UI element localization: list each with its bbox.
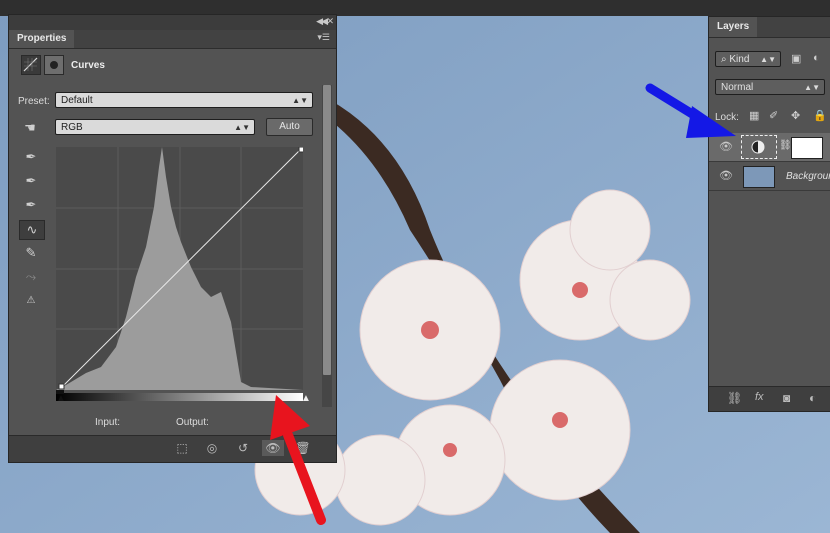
close-icon[interactable]: ✕ — [326, 16, 334, 27]
curve-point-black — [58, 383, 65, 390]
auto-button[interactable]: Auto — [266, 118, 313, 136]
layers-bottom-bar: ⛓ fx ◙ ◐ — [709, 386, 830, 411]
updown-icon: ▲▼ — [234, 123, 250, 132]
view-previous-icon[interactable]: ◎ — [202, 440, 222, 456]
clip-to-layer-icon[interactable]: ⬚ — [172, 440, 192, 456]
layers-tab-bar: Layers — [709, 17, 830, 38]
tab-layers[interactable]: Layers — [709, 17, 758, 37]
link-icon[interactable]: ⛓ — [779, 140, 792, 151]
black-point-triangle[interactable]: ▲ — [56, 393, 66, 404]
properties-tab-bar: Properties ▾☰ — [9, 30, 336, 49]
eyedropper-gray-icon[interactable]: ✒ — [21, 172, 41, 190]
filter-kind-select[interactable]: ⌕ Kind ▲▼ — [715, 51, 781, 67]
fx-icon[interactable]: fx — [755, 391, 764, 403]
layer-row-background[interactable]: 👁 Background — [709, 162, 830, 191]
hand-target-icon[interactable]: ☚ — [20, 119, 40, 137]
updown-icon: ▲▼ — [292, 96, 308, 105]
eyedropper-white-icon[interactable]: ✒ — [21, 196, 41, 214]
image-filter-icon[interactable]: ▣ — [791, 52, 807, 66]
panel-header-strip[interactable]: ◀◀ ✕ — [9, 15, 336, 30]
collapse-icon[interactable]: ◀◀ — [316, 16, 328, 27]
lock-brush-icon[interactable]: ✐ — [769, 109, 778, 122]
adjustment-filter-icon[interactable]: ◐ — [813, 52, 829, 66]
link-layers-icon[interactable]: ⛓ — [727, 391, 742, 405]
adjustment-layer-icon[interactable] — [741, 135, 777, 159]
layers-panel: Layers ⌕ Kind ▲▼ ▣ ◐ Normal ▲▼ Lock: ▦ ✐ ✥… — [708, 16, 830, 412]
updown-icon: ▲▼ — [804, 83, 820, 92]
preset-label: Preset: — [18, 96, 50, 107]
input-label: Input: — [95, 417, 121, 428]
properties-scrollbar[interactable] — [322, 85, 332, 407]
clipping-warning-icon[interactable]: ⚠ — [19, 292, 43, 310]
layer-name: Background — [786, 171, 830, 182]
blue-arrow — [645, 83, 736, 138]
lock-move-icon[interactable]: ✥ — [791, 109, 800, 122]
layer-thumbnail[interactable] — [743, 166, 775, 188]
curve-point-white — [298, 147, 303, 153]
tab-properties[interactable]: Properties — [9, 30, 75, 48]
add-mask-icon[interactable]: ◙ — [783, 391, 790, 405]
channel-select[interactable]: RGB ▲▼ — [55, 119, 255, 135]
eye-icon[interactable]: 👁 — [719, 169, 733, 183]
scroll-thumb[interactable] — [323, 85, 331, 375]
lock-transparent-icon[interactable]: ▦ — [749, 109, 759, 122]
adjustment-layer-icon[interactable]: ◐ — [809, 391, 816, 405]
reset-icon[interactable]: ↺ — [233, 440, 253, 456]
pencil-icon[interactable]: ✎ — [21, 244, 41, 262]
preset-select[interactable]: Default ▲▼ — [55, 92, 313, 108]
red-arrow — [270, 395, 326, 525]
updown-icon: ▲▼ — [760, 55, 776, 64]
output-label: Output: — [176, 417, 209, 428]
curves-adjustment-icon — [21, 55, 41, 75]
adjustment-title: Curves — [71, 60, 105, 71]
smooth-icon[interactable]: ⤳ — [21, 268, 41, 286]
curves-graph[interactable] — [56, 147, 303, 390]
lock-all-icon[interactable]: 🔒 — [813, 109, 827, 122]
eyedropper-black-icon[interactable]: ✒ — [21, 148, 41, 166]
mask-icon[interactable] — [44, 55, 64, 75]
layer-mask-thumbnail[interactable] — [791, 137, 823, 159]
curve-point-tool-icon[interactable]: ∿ — [19, 220, 45, 240]
panel-menu-icon[interactable]: ▾☰ — [317, 32, 330, 43]
